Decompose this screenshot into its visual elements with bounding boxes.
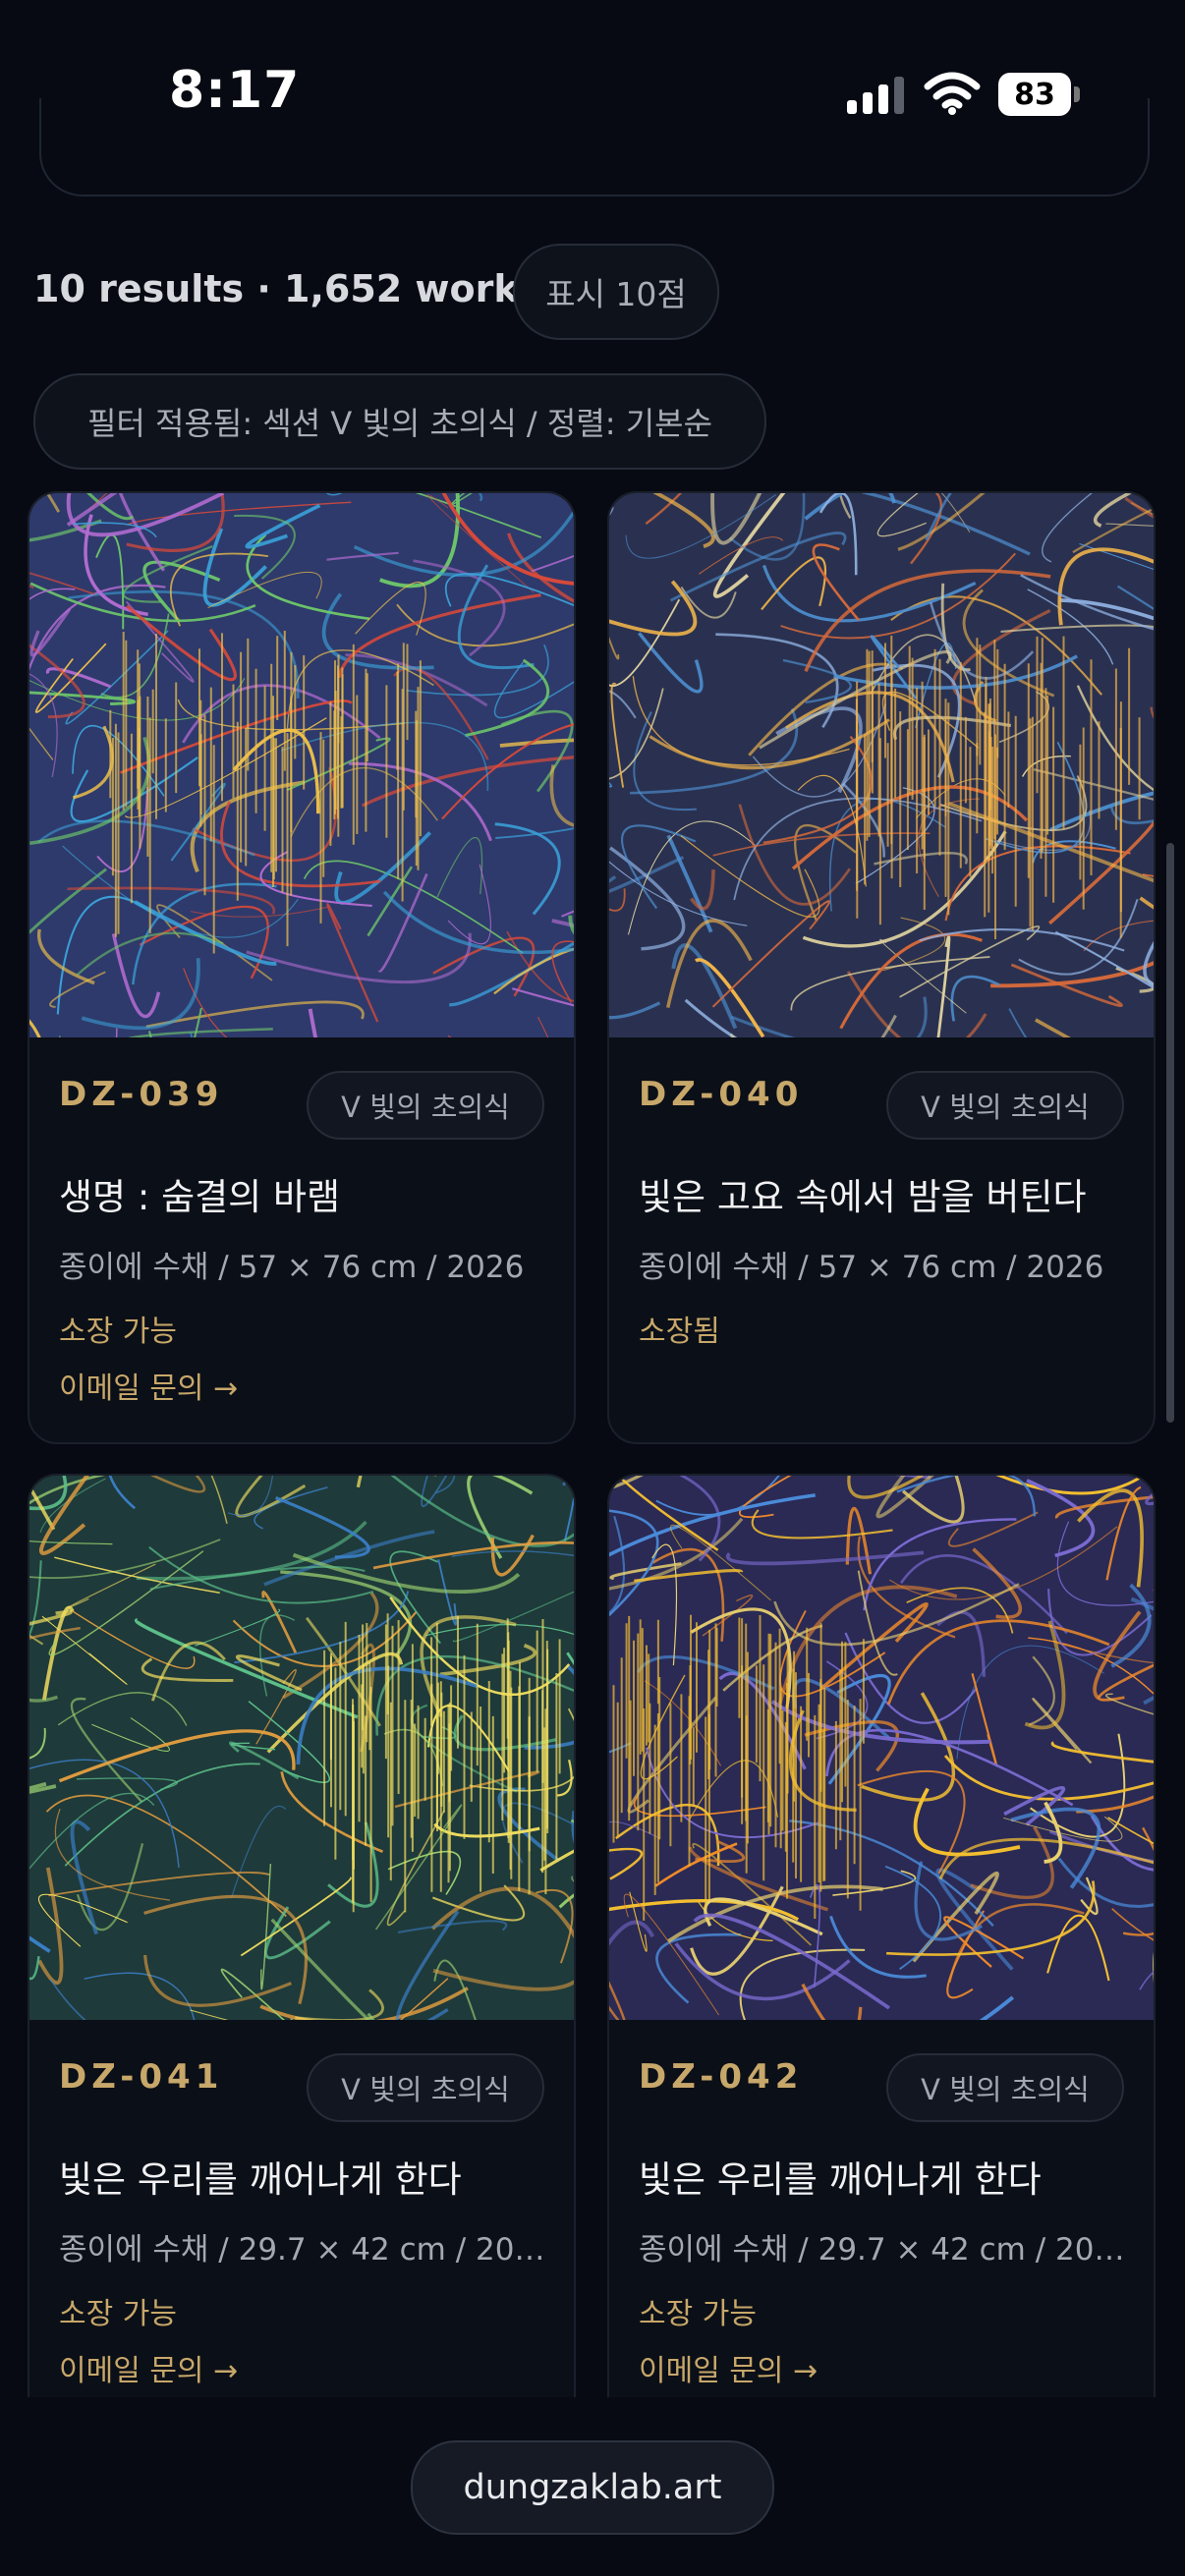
work-card[interactable]: DZ-042 V 빛의 초의식 빛은 우리를 깨어나게 한다 종이에 수채 / … — [607, 1474, 1156, 2460]
work-title: 빛은 우리를 깨어나게 한다 — [639, 2158, 1042, 2201]
work-meta: 종이에 수채 / 29.7 × 42 cm / 2026 — [59, 2232, 550, 2268]
section-badge: V 빛의 초의식 — [886, 2053, 1124, 2122]
work-code: DZ-042 — [639, 2057, 804, 2097]
url-bar[interactable]: dungzaklab.art — [411, 2440, 774, 2535]
work-meta: 종이에 수채 / 57 × 76 cm / 2026 — [59, 1250, 525, 1285]
work-code: DZ-040 — [639, 1075, 804, 1114]
results-summary: 10 results · 1,652 works — [33, 267, 541, 310]
section-badge: V 빛의 초의식 — [886, 1071, 1124, 1140]
section-badge: V 빛의 초의식 — [307, 2053, 544, 2122]
artwork-image[interactable] — [609, 493, 1154, 1037]
availability-status: 소장 가능 — [59, 2297, 177, 2331]
artwork-image[interactable] — [609, 1476, 1154, 2020]
availability-status: 소장됨 — [639, 1315, 720, 1349]
work-card[interactable]: DZ-041 V 빛의 초의식 빛은 우리를 깨어나게 한다 종이에 수채 / … — [28, 1474, 576, 2460]
work-code: DZ-039 — [59, 1075, 224, 1114]
work-code: DZ-041 — [59, 2057, 224, 2097]
scrollbar[interactable] — [1166, 843, 1174, 1423]
work-meta: 종이에 수채 / 29.7 × 42 cm / 2026 — [639, 2232, 1130, 2268]
work-title: 빛은 우리를 깨어나게 한다 — [59, 2158, 462, 2201]
email-inquiry-link[interactable]: 이메일 문의 → — [639, 2346, 818, 2389]
email-inquiry-link[interactable]: 이메일 문의 → — [59, 1364, 238, 1407]
email-inquiry-link[interactable]: 이메일 문의 → — [59, 2346, 238, 2389]
artwork-image[interactable] — [29, 1476, 574, 2020]
search-panel-edge — [39, 98, 1150, 196]
work-meta: 종이에 수채 / 57 × 76 cm / 2026 — [639, 1250, 1104, 1285]
availability-status: 소장 가능 — [639, 2297, 757, 2331]
work-card[interactable]: DZ-040 V 빛의 초의식 빛은 고요 속에서 밤을 버틴다 종이에 수채 … — [607, 491, 1156, 1444]
show-count-button[interactable]: 표시 10점 — [513, 244, 719, 340]
section-badge: V 빛의 초의식 — [307, 1071, 544, 1140]
availability-status: 소장 가능 — [59, 1315, 177, 1349]
work-title: 생명 : 숨결의 바램 — [59, 1176, 341, 1218]
work-card[interactable]: DZ-039 V 빛의 초의식 생명 : 숨결의 바램 종이에 수채 / 57 … — [28, 491, 576, 1444]
active-filter-chip[interactable]: 필터 적용됨: 섹션 V 빛의 초의식 / 정렬: 기본순 — [33, 373, 766, 470]
work-title: 빛은 고요 속에서 밤을 버틴다 — [639, 1176, 1087, 1218]
artwork-image[interactable] — [29, 493, 574, 1037]
